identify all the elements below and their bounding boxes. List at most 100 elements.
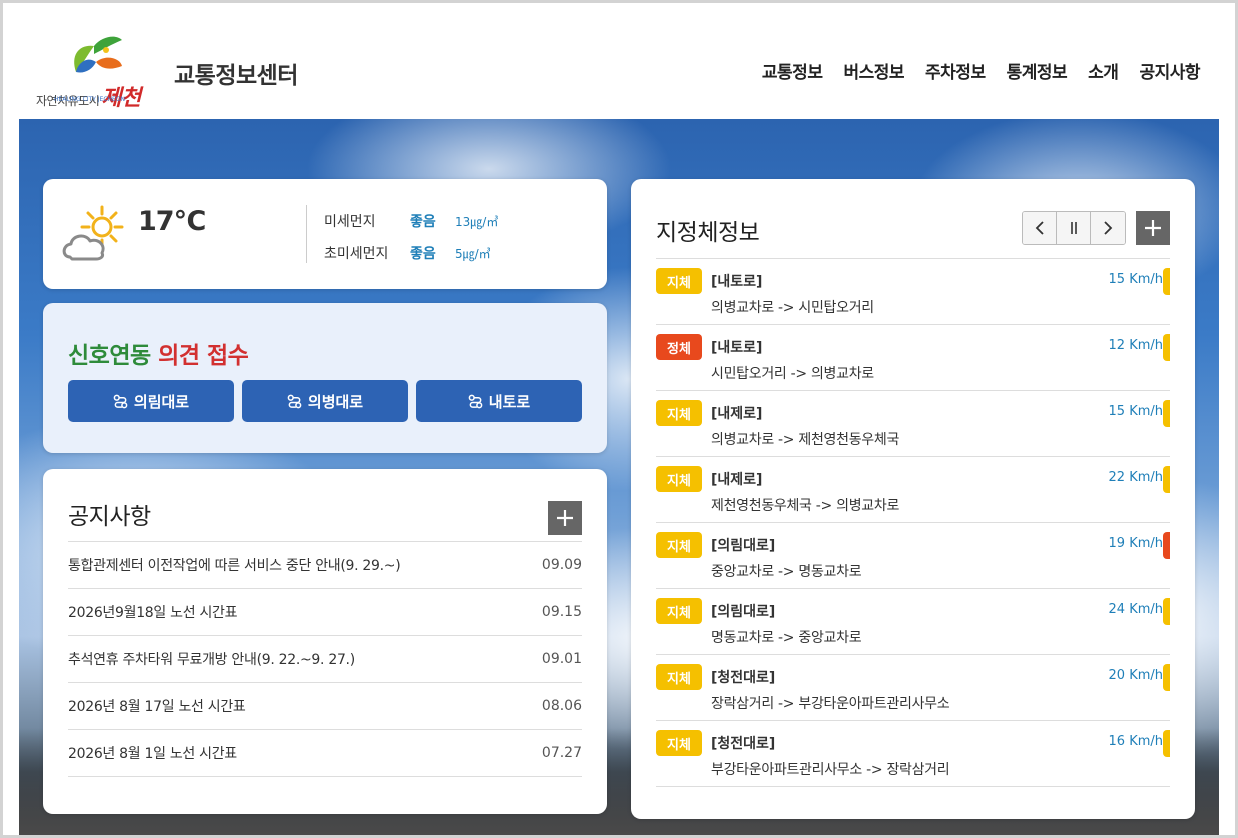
notice-item[interactable]: 추석연휴 주차타워 무료개방 안내(9. 22.~9. 27.) 09.01 (68, 636, 582, 683)
chevron-left-icon (1035, 221, 1044, 235)
status-badge: 지체 (656, 466, 702, 492)
notice-item[interactable]: 통합관제센터 이전작업에 따른 서비스 중단 안내(9. 29.~) 09.09 (68, 542, 582, 589)
status-badge: 지체 (656, 268, 702, 294)
route-section: 의병교차로 -> 시민탑오거리 (711, 300, 874, 316)
route-icon (287, 394, 302, 408)
route-section: 의병교차로 -> 제천영천동우체국 (711, 432, 900, 448)
route-section: 부강타운아파트관리사무소 -> 장락삼거리 (711, 762, 950, 778)
signal-button-uibyeong[interactable]: 의병대로 (242, 380, 408, 422)
site-title[interactable]: 교통정보센터 (174, 56, 298, 90)
partly-cloudy-sun-icon (62, 205, 124, 261)
congestion-item[interactable]: 지체 [내제로] 제천영천동우체국 -> 의병교차로 22 Km/h (656, 457, 1170, 523)
signal-button-label: 의림대로 (133, 392, 190, 411)
status-color-bar (1163, 466, 1170, 493)
road-name: [내제로] (711, 406, 763, 422)
ultrafine-dust-value: 5㎍/㎥ (455, 247, 491, 261)
congestion-more-button[interactable] (1136, 211, 1170, 245)
status-color-bar (1163, 532, 1170, 559)
speed-value: 24 Km/h (1108, 602, 1163, 617)
road-name: [의림대로] (711, 538, 776, 554)
nav-traffic[interactable]: 교통정보 (762, 58, 823, 83)
route-section: 중앙교차로 -> 명동교차로 (711, 564, 862, 580)
nav-bus[interactable]: 버스정보 (843, 58, 904, 83)
congestion-item[interactable]: 지체 [내토로] 의병교차로 -> 시민탑오거리 15 Km/h (656, 259, 1170, 325)
city-logo[interactable]: 자연치유도시제천 HEALING CITY JECHEON (36, 32, 160, 111)
fine-dust-row: 미세먼지 좋음 13㎍/㎥ (324, 211, 498, 231)
notice-item[interactable]: 2026년 8월 1일 노선 시간표 07.27 (68, 730, 582, 777)
leaf-logo-icon (74, 36, 122, 73)
speed-value: 22 Km/h (1108, 470, 1163, 485)
congestion-item[interactable]: 정체 [내토로] 시민탑오거리 -> 의병교차로 12 Km/h (656, 325, 1170, 391)
status-badge: 지체 (656, 730, 702, 756)
speed-value: 19 Km/h (1108, 536, 1163, 551)
nav-statistics[interactable]: 통계정보 (1007, 58, 1068, 83)
nav-parking[interactable]: 주차정보 (925, 58, 986, 83)
congestion-item[interactable]: 지체 [청전대로] 부강타운아파트관리사무소 -> 장락삼거리 16 Km/h (656, 721, 1170, 787)
speed-value: 15 Km/h (1108, 272, 1163, 287)
route-section: 명동교차로 -> 중앙교차로 (711, 630, 862, 646)
pause-icon (1070, 222, 1077, 234)
next-button[interactable] (1091, 212, 1125, 244)
road-name: [내토로] (711, 274, 763, 290)
notice-item[interactable]: 2026년9월18일 노선 시간표 09.15 (68, 589, 582, 636)
temperature: 17℃ (138, 206, 206, 237)
nav-notice[interactable]: 공지사항 (1139, 58, 1200, 83)
signal-button-uirim[interactable]: 의림대로 (68, 380, 234, 422)
signal-button-naeto[interactable]: 내토로 (416, 380, 582, 422)
congestion-title: 지정체정보 (656, 220, 760, 246)
notice-more-button[interactable] (548, 501, 582, 535)
status-color-bar (1163, 730, 1170, 757)
speed-value: 15 Km/h (1108, 404, 1163, 419)
speed-value: 16 Km/h (1108, 734, 1163, 749)
notice-list: 통합관제센터 이전작업에 따른 서비스 중단 안내(9. 29.~) 09.09 … (68, 541, 582, 777)
fine-dust-value: 13㎍/㎥ (455, 215, 499, 229)
road-name: [청전대로] (711, 736, 776, 752)
signal-feedback-card (43, 303, 607, 453)
route-section: 시민탑오거리 -> 의병교차로 (711, 366, 874, 382)
status-badge: 지체 (656, 664, 702, 690)
route-icon (113, 394, 128, 408)
site-header: 자연치유도시제천 HEALING CITY JECHEON 교통정보센터 교통정… (0, 0, 1238, 119)
speed-value: 20 Km/h (1108, 668, 1163, 683)
status-badge: 지체 (656, 598, 702, 624)
road-name: [의림대로] (711, 604, 776, 620)
fine-dust-label: 미세먼지 (324, 214, 376, 230)
signal-feedback-title: 신호연동 의견 접수 (68, 343, 249, 369)
status-color-bar (1163, 598, 1170, 625)
ultrafine-dust-grade: 좋음 (410, 246, 436, 262)
congestion-item[interactable]: 지체 [청전대로] 장락삼거리 -> 부강타운아파트관리사무소 20 Km/h (656, 655, 1170, 721)
congestion-item[interactable]: 지체 [의림대로] 중앙교차로 -> 명동교차로 19 Km/h (656, 523, 1170, 589)
route-icon (468, 394, 483, 408)
road-name: [청전대로] (711, 670, 776, 686)
notice-title: 공지사항 (68, 504, 151, 530)
route-section: 제천영천동우체국 -> 의병교차로 (711, 498, 900, 514)
signal-button-label: 내토로 (488, 392, 531, 411)
status-color-bar (1163, 664, 1170, 691)
road-name: [내제로] (711, 472, 763, 488)
status-color-bar (1163, 268, 1170, 295)
status-badge: 지체 (656, 532, 702, 558)
ultrafine-dust-label: 초미세먼지 (324, 246, 389, 262)
logo-subtitle: HEALING CITY JECHEON (54, 96, 126, 103)
route-section: 장락삼거리 -> 부강타운아파트관리사무소 (711, 696, 950, 712)
congestion-item[interactable]: 지체 [내제로] 의병교차로 -> 제천영천동우체국 15 Km/h (656, 391, 1170, 457)
nav-about[interactable]: 소개 (1088, 58, 1119, 83)
status-color-bar (1163, 334, 1170, 361)
status-badge: 정체 (656, 334, 702, 360)
pause-button[interactable] (1057, 212, 1091, 244)
congestion-list: 지체 [내토로] 의병교차로 -> 시민탑오거리 15 Km/h 정체 [내토로] 시민탑오… (656, 258, 1170, 787)
congestion-item[interactable]: 지체 [의림대로] 명동교차로 -> 중앙교차로 24 Km/h (656, 589, 1170, 655)
ultrafine-dust-row: 초미세먼지 좋음 5㎍/㎥ (324, 243, 491, 263)
carousel-controls (1022, 211, 1126, 245)
signal-button-label: 의병대로 (307, 392, 364, 411)
plus-icon (1145, 220, 1161, 236)
status-color-bar (1163, 400, 1170, 427)
chevron-right-icon (1104, 221, 1113, 235)
prev-button[interactable] (1023, 212, 1057, 244)
plus-icon (557, 510, 573, 526)
weather-divider (306, 205, 307, 263)
notice-item[interactable]: 2026년 8월 17일 노선 시간표 08.06 (68, 683, 582, 730)
main-nav: 교통정보 버스정보 주차정보 통계정보 소개 공지사항 (762, 58, 1201, 83)
fine-dust-grade: 좋음 (410, 214, 436, 230)
status-badge: 지체 (656, 400, 702, 426)
